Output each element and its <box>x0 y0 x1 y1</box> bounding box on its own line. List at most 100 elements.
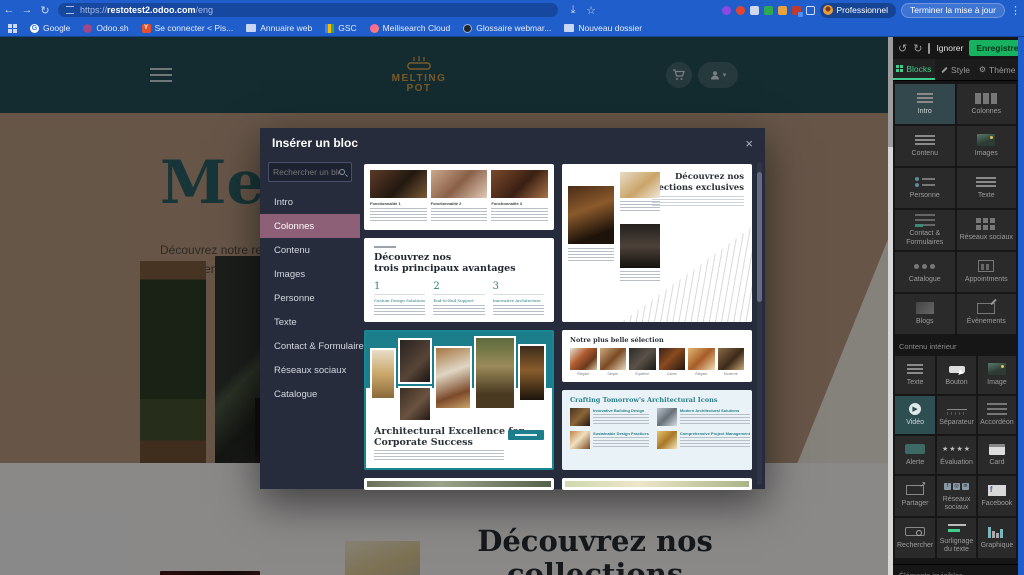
bookmark-se-connecter[interactable]: Se connecter < Pis... <box>141 23 233 33</box>
snippet-preview-three-columns[interactable]: Fonctionnalité 1 Fonctionnalité 2 Foncti… <box>364 164 554 230</box>
tab-style[interactable]: Style <box>935 59 977 80</box>
category-reseaux-sociaux[interactable]: Réseaux sociaux <box>268 358 352 382</box>
inner-partager[interactable]: Partager <box>895 476 936 516</box>
glossaire-favicon <box>463 23 473 33</box>
bookmark-glossaire[interactable]: Glossaire webmar... <box>463 23 551 33</box>
undo-icon[interactable]: ↺ <box>898 42 907 55</box>
back-icon[interactable]: ← <box>0 4 18 16</box>
modal-scrollbar-thumb[interactable] <box>757 172 762 302</box>
inner-accordeon[interactable]: Accordéon <box>977 396 1016 434</box>
snippet-category-texte[interactable]: Texte <box>956 168 1016 208</box>
bookmark-label: Odoo.sh <box>96 23 129 33</box>
inner-facebook[interactable]: Facebook <box>977 476 1016 516</box>
inner-alerte[interactable]: Alerte <box>895 436 936 474</box>
category-catalogue[interactable]: Catalogue <box>268 382 352 406</box>
snippet-category-blogs[interactable]: Blogs <box>895 294 955 334</box>
snippet-category-personne[interactable]: Personne <box>895 168 955 208</box>
gsc-favicon <box>325 23 335 33</box>
bookmark-meilisearch[interactable]: Meilisearch Cloud <box>369 23 450 33</box>
finish-update-button[interactable]: Terminer la mise à jour <box>901 2 1005 18</box>
extensions-puzzle-icon[interactable] <box>805 5 815 15</box>
images-icon <box>977 134 996 147</box>
extension-icon[interactable] <box>749 5 759 15</box>
catalog-dots-icon <box>914 263 936 269</box>
snippet-preview-selection[interactable]: Notre plus belle sélection Élégant Simpl… <box>562 330 752 382</box>
snippet-category-intro[interactable]: Intro <box>895 84 955 124</box>
bookmark-annuaire-web[interactable]: Annuaire web <box>246 23 312 33</box>
text-icon <box>907 364 924 375</box>
category-images[interactable]: Images <box>268 262 352 286</box>
close-icon[interactable]: × <box>745 136 753 151</box>
snippet-category-reseaux-sociaux[interactable]: Réseaux sociaux <box>956 210 1016 250</box>
bookmark-odoo-sh[interactable]: Odoo.sh <box>83 23 129 33</box>
inner-card[interactable]: Card <box>977 436 1016 474</box>
snippet-preview-masonry-selected[interactable]: Architectural Excellence for Corporate Su… <box>364 330 554 470</box>
menu-dots-icon[interactable]: ⋮ <box>1010 4 1021 17</box>
category-intro[interactable]: Intro <box>268 190 352 214</box>
preview-photo <box>656 431 677 449</box>
category-colonnes[interactable]: Colonnes <box>260 214 360 238</box>
modal-scrollbar[interactable] <box>757 162 762 485</box>
extension-icon[interactable] <box>721 5 731 15</box>
text-icon <box>976 177 997 188</box>
inner-bouton[interactable]: Bouton <box>937 356 976 394</box>
profile-chip[interactable]: Professionnel <box>819 2 897 18</box>
inner-texte[interactable]: Texte <box>895 356 936 394</box>
preview-photo <box>629 348 656 370</box>
redo-icon[interactable]: ↻ <box>913 42 922 55</box>
bookmark-google[interactable]: Google <box>30 23 70 33</box>
snippet-preview-collections[interactable]: Découvrez nos collections exclusives <box>562 164 752 322</box>
discard-button[interactable]: Ignorer <box>936 43 963 53</box>
preview-photo <box>620 172 660 198</box>
snippet-preview-partial[interactable] <box>364 478 554 490</box>
video-play-icon: ▶ <box>909 403 922 416</box>
snippet-category-contenu[interactable]: Contenu <box>895 126 955 166</box>
inner-rechercher[interactable]: Rechercher <box>895 517 936 558</box>
block-search[interactable] <box>268 162 352 182</box>
extension-icon[interactable] <box>763 5 773 15</box>
apps-grid-icon[interactable] <box>8 23 17 33</box>
reload-icon[interactable]: ↻ <box>36 4 54 17</box>
snippet-preview-partial[interactable] <box>562 478 752 490</box>
tab-blocks[interactable]: Blocks <box>893 59 935 80</box>
category-texte[interactable]: Texte <box>268 310 352 334</box>
category-contenu[interactable]: Contenu <box>268 238 352 262</box>
mobile-preview-icon[interactable] <box>928 42 931 54</box>
snippet-preview-architectural-icons[interactable]: Crafting Tomorrow's Architectural Icons … <box>562 390 752 470</box>
inner-graphique[interactable]: Graphique <box>977 517 1016 558</box>
inner-reseaux-sociaux[interactable]: f ◎ in Réseaux sociaux <box>937 476 976 516</box>
bookmark-nouveau-dossier[interactable]: Nouveau dossier <box>564 23 642 33</box>
site-settings-icon[interactable] <box>66 6 74 14</box>
extension-badge-icon[interactable] <box>791 5 803 17</box>
snippet-category-images[interactable]: Images <box>956 126 1016 166</box>
inner-video[interactable]: ▶ Vidéo <box>895 396 936 434</box>
inner-evaluation[interactable]: ★★★★ Évaluation <box>937 436 976 474</box>
snippet-preview-advantages[interactable]: Découvrez nos trois principaux avantages … <box>364 238 554 322</box>
facebook-icon <box>987 484 1006 496</box>
inner-separateur[interactable]: Séparateur <box>937 396 976 434</box>
bookmark-star-icon[interactable]: ☆ <box>582 4 600 17</box>
tab-theme[interactable]: ⚙ Thème <box>976 59 1018 80</box>
snippet-category-appointments[interactable]: Appointments <box>956 252 1016 292</box>
address-bar[interactable]: https://restotest2.odoo.com/eng <box>58 3 558 17</box>
save-button[interactable]: Enregistrer <box>969 40 1024 56</box>
snippet-category-contact[interactable]: Contact & Formulaires <box>895 210 955 250</box>
event-icon <box>977 302 996 314</box>
category-contact-formulaires[interactable]: Contact & Formulaires <box>268 334 369 358</box>
snippet-category-evenements[interactable]: Évènements <box>956 294 1016 334</box>
bookmark-gsc[interactable]: GSC <box>325 23 357 33</box>
extension-icon[interactable] <box>777 5 787 15</box>
category-personne[interactable]: Personne <box>268 286 352 310</box>
save-page-icon[interactable]: ⤓ <box>564 4 582 17</box>
snippet-category-colonnes[interactable]: Colonnes <box>956 84 1016 124</box>
search-icon <box>339 169 345 175</box>
search-input[interactable] <box>273 167 339 177</box>
snippet-category-catalogue[interactable]: Catalogue <box>895 252 955 292</box>
extension-icon[interactable] <box>735 5 745 15</box>
preview-photo <box>688 348 715 370</box>
profile-name: Professionnel <box>836 5 889 15</box>
inner-surlignage[interactable]: Surlignage du texte <box>937 517 976 558</box>
inner-image[interactable]: Image <box>977 356 1016 394</box>
brush-icon <box>941 66 948 73</box>
forward-icon[interactable]: → <box>18 4 36 16</box>
